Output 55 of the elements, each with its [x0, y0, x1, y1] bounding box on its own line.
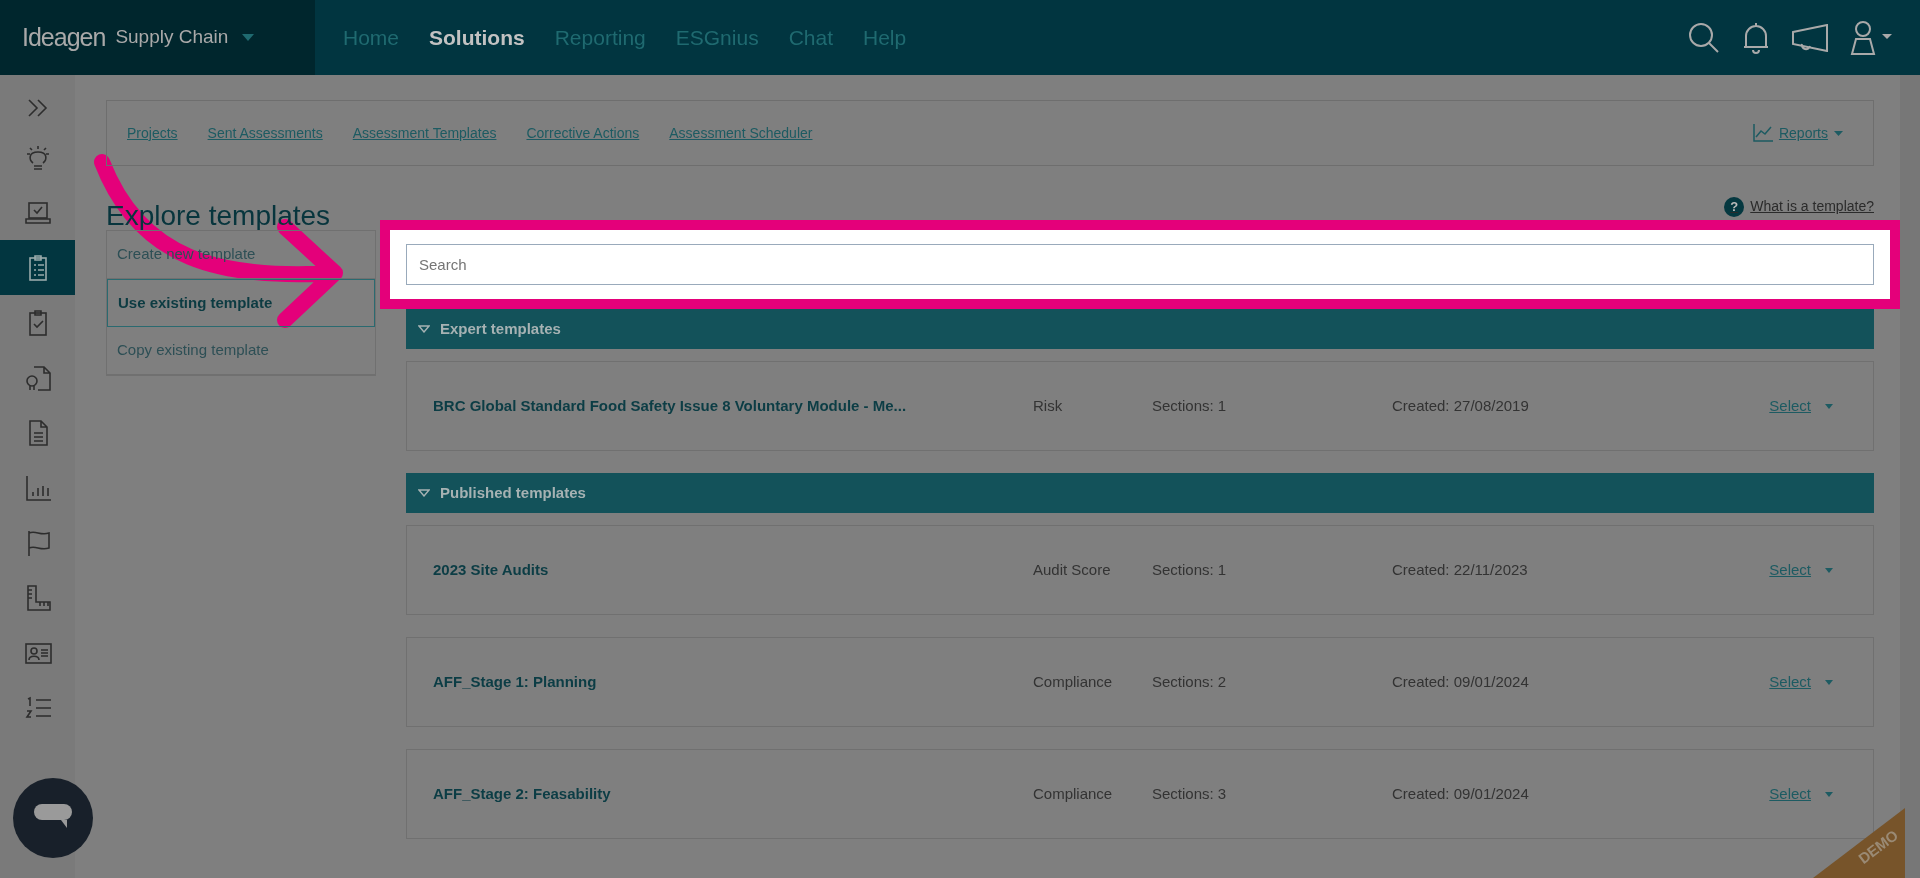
expand-icon[interactable] — [26, 98, 49, 117]
select-dropdown[interactable]: Select — [1769, 782, 1833, 806]
caret-icon — [1825, 791, 1833, 797]
template-name: AFF_Stage 1: Planning — [432, 671, 598, 692]
template-name: BRC Global Standard Food Safety Issue 8 Voluntary Module - Me... — [432, 395, 908, 416]
template-type: Compliance — [1033, 671, 1114, 692]
created-date: Created: 09/01/2024 — [1392, 671, 1530, 692]
reports-dropdown[interactable]: Reports — [1752, 122, 1843, 144]
megaphone-icon[interactable] — [1792, 23, 1828, 52]
created-date: Created: 27/08/2019 — [1392, 395, 1530, 416]
subnav-link[interactable]: Assessment Templates — [352, 122, 497, 144]
subnav-link[interactable]: Projects — [127, 122, 178, 144]
template-name: 2023 Site Audits — [432, 559, 550, 580]
caret-icon — [242, 34, 255, 41]
section-count: Sections: 2 — [1152, 671, 1228, 692]
section-count: Sections: 1 — [1152, 559, 1228, 580]
caret-icon — [1825, 403, 1833, 409]
subnav-link[interactable]: Assessment Scheduler — [669, 122, 813, 144]
caret-icon — [1825, 567, 1833, 573]
trend-chart-icon — [1752, 124, 1773, 142]
bell-icon[interactable] — [1742, 21, 1770, 54]
collapse-triangle-icon — [418, 325, 430, 333]
template-name: AFF_Stage 2: Feasability — [432, 783, 612, 804]
created-date: Created: 09/01/2024 — [1392, 783, 1530, 804]
user-menu-icon[interactable] — [1850, 20, 1894, 55]
template-type: Audit Score — [1033, 559, 1112, 580]
scrollbar[interactable] — [1900, 75, 1920, 878]
menu-item[interactable]: Create new template — [107, 231, 375, 279]
select-dropdown[interactable]: Select — [1769, 670, 1833, 694]
menu-item[interactable]: Use existing template — [107, 278, 375, 327]
section-header[interactable]: Published templates — [406, 473, 1874, 513]
search-field[interactable]: Search — [406, 244, 1874, 285]
section-header[interactable]: Expert templates — [406, 309, 1874, 349]
sidebar-item[interactable] — [0, 240, 75, 295]
nav-link[interactable]: Solutions — [429, 21, 525, 54]
section-count: Sections: 3 — [1152, 783, 1228, 804]
caret-icon — [1825, 679, 1833, 685]
menu-item[interactable]: Copy existing template — [107, 327, 375, 375]
search-icon[interactable] — [1688, 21, 1720, 54]
created-date: Created: 22/11/2023 — [1392, 559, 1529, 580]
subnav-link[interactable]: Sent Assessments — [207, 122, 323, 144]
subnav-link[interactable]: Corrective Actions — [526, 122, 640, 144]
logo[interactable]: Ideagen — [22, 18, 106, 57]
document-award-icon — [23, 363, 52, 392]
template-type: Risk — [1033, 395, 1064, 416]
help-icon: ? — [1724, 196, 1745, 217]
template-type: Compliance — [1033, 783, 1114, 804]
select-dropdown[interactable]: Select — [1769, 394, 1833, 418]
collapse-triangle-icon — [418, 489, 430, 497]
product-switcher[interactable]: Supply Chain — [115, 23, 255, 52]
template-help-link[interactable]: ? What is a template? — [1724, 196, 1874, 217]
section-count: Sections: 1 — [1152, 395, 1228, 416]
caret-icon — [1834, 130, 1843, 136]
bar-chart-icon — [23, 473, 52, 502]
select-dropdown[interactable]: Select — [1769, 558, 1833, 582]
